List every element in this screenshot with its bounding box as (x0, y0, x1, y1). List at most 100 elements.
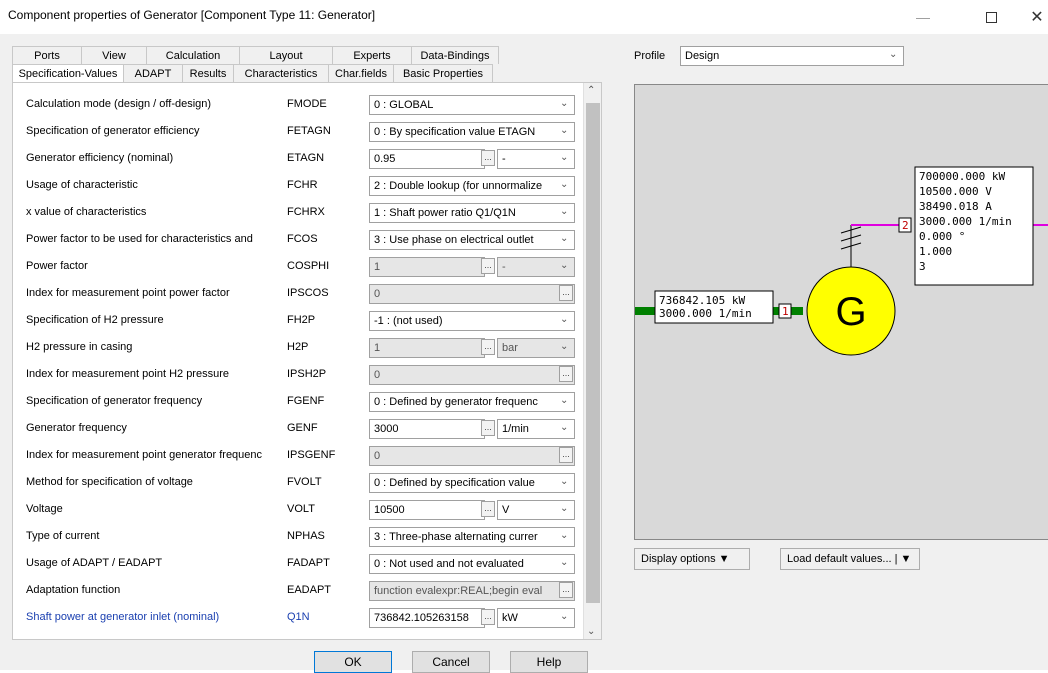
property-code: FCHR (287, 179, 318, 191)
tab-row-2: Specification-Values ADAPT Results Characte… (12, 64, 493, 82)
property-value-field[interactable]: 0.95 (369, 149, 485, 169)
ellipsis-button[interactable]: ... (481, 609, 495, 625)
chevron-down-icon: ⌄ (560, 125, 569, 136)
property-unit-select[interactable]: 1/min ⌄ (497, 419, 575, 439)
property-code: FGENF (287, 395, 325, 407)
property-combo-value: 0 : Not used and not evaluated (374, 558, 524, 570)
property-combo[interactable]: 3 : Use phase on electrical outlet ⌄ (369, 230, 575, 250)
outlet-value-line: 0.000 ° (919, 230, 965, 243)
property-combo[interactable]: 0 : Defined by generator frequenc ⌄ (369, 392, 575, 412)
property-index-field-value: 0 (374, 369, 381, 381)
display-options-button[interactable]: Display options ▼ (634, 548, 750, 570)
property-value-field-value: 736842.105263158 (374, 612, 469, 624)
tab-view[interactable]: View (81, 46, 147, 64)
property-code: GENF (287, 422, 318, 434)
property-index-field-value: 0 (374, 288, 381, 300)
tab-results[interactable]: Results (182, 64, 234, 82)
property-combo[interactable]: 2 : Double lookup (for unnormalize ⌄ (369, 176, 575, 196)
property-label: Power factor to be used for characterist… (26, 233, 253, 245)
tab-experts[interactable]: Experts (332, 46, 412, 64)
property-code: NPHAS (287, 530, 325, 542)
property-unit-select[interactable]: - ⌄ (497, 149, 575, 169)
maximize-button[interactable] (968, 4, 1014, 30)
property-unit-select[interactable]: bar ⌄ (497, 338, 575, 358)
property-unit-select[interactable]: - ⌄ (497, 257, 575, 277)
close-button[interactable]: ✕ (1014, 4, 1048, 30)
property-combo[interactable]: 0 : By specification value ETAGN ⌄ (369, 122, 575, 142)
vertical-scrollbar[interactable]: ⌃ ⌄ (583, 83, 601, 639)
chevron-down-icon: ⌄ (560, 233, 569, 244)
property-combo[interactable]: 1 : Shaft power ratio Q1/Q1N ⌄ (369, 203, 575, 223)
component-diagram[interactable]: 736842.105 kW 3000.000 1/min 1 G 2 70000… (634, 84, 1048, 540)
property-label: Shaft power at generator inlet (nominal) (26, 611, 220, 623)
property-code: FH2P (287, 314, 316, 326)
property-unit-select[interactable]: V ⌄ (497, 500, 575, 520)
property-combo-value: 0 : Defined by generator frequenc (374, 396, 538, 408)
specification-values-panel: ⌃ ⌄ Calculation mode (design / off-desig… (12, 82, 602, 640)
property-unit-select-value: - (502, 261, 506, 273)
ellipsis-button[interactable]: ... (559, 582, 573, 598)
minimize-icon: — (916, 9, 930, 25)
property-index-field-value: 0 (374, 450, 381, 462)
property-row-fcos: Power factor to be used for characterist… (13, 228, 583, 252)
property-row-h2p: H2 pressure in casing H2P 1... bar ⌄ (13, 336, 583, 360)
ellipsis-button[interactable]: ... (559, 366, 573, 382)
property-combo-value: 0 : GLOBAL (374, 99, 434, 111)
tab-row-1: Ports View Calculation Layout Experts Data-Bi… (12, 46, 499, 64)
property-combo[interactable]: 3 : Three-phase alternating currer ⌄ (369, 527, 575, 547)
property-combo[interactable]: 0 : Defined by specification value ⌄ (369, 473, 575, 493)
tab-basic-properties[interactable]: Basic Properties (393, 64, 493, 82)
property-value-field[interactable]: 1 (369, 338, 485, 358)
property-label: Specification of generator frequency (26, 395, 203, 407)
property-text-field[interactable]: function evalexpr:REAL;begin eval (369, 581, 575, 601)
property-index-field[interactable]: 0 (369, 446, 575, 466)
scrollbar-thumb[interactable] (586, 103, 600, 603)
ellipsis-button[interactable]: ... (481, 150, 495, 166)
property-unit-select[interactable]: kW ⌄ (497, 608, 575, 628)
property-row-volt: Voltage VOLT 10500... V ⌄ (13, 498, 583, 522)
tab-characteristics[interactable]: Characteristics (233, 64, 329, 82)
property-index-field[interactable]: 0 (369, 365, 575, 385)
scroll-up-icon[interactable]: ⌃ (587, 85, 595, 96)
property-code: VOLT (287, 503, 315, 515)
property-index-field[interactable]: 0 (369, 284, 575, 304)
property-unit-select-value: - (502, 153, 506, 165)
property-row-nphas: Type of current NPHAS 3 : Three-phase alte… (13, 525, 583, 549)
property-combo[interactable]: -1 : (not used) ⌄ (369, 311, 575, 331)
property-code: FCHRX (287, 206, 325, 218)
scroll-down-icon[interactable]: ⌄ (587, 626, 595, 637)
load-default-values-button[interactable]: Load default values... | ▼ (780, 548, 920, 570)
property-row-fvolt: Method for specification of voltage FVOLT… (13, 471, 583, 495)
property-label: Specification of H2 pressure (26, 314, 164, 326)
tab-calculation[interactable]: Calculation (146, 46, 240, 64)
property-combo[interactable]: 0 : Not used and not evaluated ⌄ (369, 554, 575, 574)
ellipsis-button[interactable]: ... (559, 285, 573, 301)
property-value-field[interactable]: 3000 (369, 419, 485, 439)
tab-ports[interactable]: Ports (12, 46, 82, 64)
tab-adapt[interactable]: ADAPT (123, 64, 183, 82)
tab-char-fields[interactable]: Char.fields (328, 64, 394, 82)
outlet-value-line: 1.000 (919, 245, 952, 258)
tab-specification-values[interactable]: Specification-Values (12, 64, 124, 82)
minimize-button[interactable]: — (900, 4, 946, 30)
property-combo[interactable]: 0 : GLOBAL ⌄ (369, 95, 575, 115)
property-code: IPSH2P (287, 368, 327, 380)
profile-select[interactable]: Design ⌄ (680, 46, 904, 66)
chevron-down-icon: ⌄ (560, 98, 569, 109)
property-code: FADAPT (287, 557, 330, 569)
window-title: Component properties of Generator [Compo… (8, 8, 376, 22)
ellipsis-button[interactable]: ... (481, 501, 495, 517)
property-value-field[interactable]: 10500 (369, 500, 485, 520)
property-value-field[interactable]: 736842.105263158 (369, 608, 485, 628)
ellipsis-button[interactable]: ... (481, 258, 495, 274)
property-label: Voltage (26, 503, 63, 515)
ellipsis-button[interactable]: ... (481, 420, 495, 436)
property-value-field[interactable]: 1 (369, 257, 485, 277)
tab-data-bindings[interactable]: Data-Bindings (411, 46, 499, 64)
port-2-label: 2 (902, 219, 909, 232)
chevron-down-icon: ⌄ (560, 503, 569, 514)
ellipsis-button[interactable]: ... (481, 339, 495, 355)
property-row-cosphi: Power factor COSPHI 1... - ⌄ (13, 255, 583, 279)
tab-layout[interactable]: Layout (239, 46, 333, 64)
ellipsis-button[interactable]: ... (559, 447, 573, 463)
